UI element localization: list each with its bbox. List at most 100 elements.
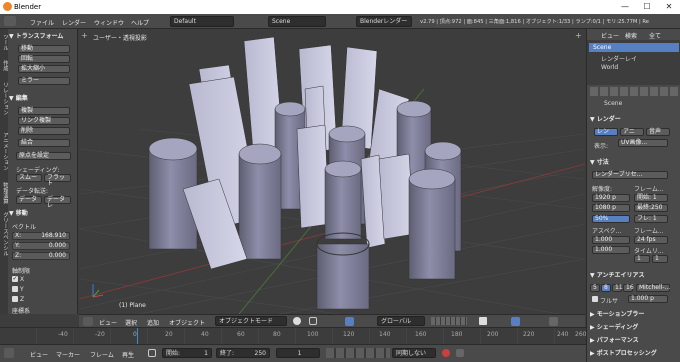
outliner-item-world[interactable]: World — [601, 64, 618, 71]
outliner-display-select[interactable]: 全て — [649, 31, 661, 40]
join-button[interactable]: 結合 — [18, 139, 70, 147]
aa-samples-11[interactable]: 11 — [612, 284, 623, 292]
menu-view[interactable]: ビュー — [30, 350, 48, 359]
dimensions-panel-title[interactable]: ▼ 寸法 — [590, 157, 609, 166]
properties-toggle-icon[interactable]: + — [575, 31, 583, 40]
aspect-x-field[interactable]: 1.000 — [592, 236, 630, 244]
transform-panel-title[interactable]: ▼ トランスフォーム — [9, 31, 63, 40]
tab-tools[interactable]: ツール — [1, 34, 8, 51]
shade-flat-button[interactable]: フラット — [44, 174, 71, 187]
filter-size-field[interactable]: 1.000 p — [628, 295, 668, 303]
mirror-button[interactable]: ミラー — [18, 77, 70, 85]
move-button[interactable]: 移動 — [18, 45, 70, 53]
outliner-menu-search[interactable]: 検索 — [625, 31, 637, 40]
axis-y-checkbox[interactable] — [12, 286, 18, 292]
menu-help[interactable]: ヘルプ — [131, 18, 149, 27]
render-image-button[interactable]: レン — [594, 128, 618, 136]
playback-controls[interactable] — [326, 348, 390, 358]
data-layout-button[interactable]: データレ — [44, 196, 71, 209]
lock-layer-icon[interactable] — [479, 317, 487, 325]
scene-select[interactable]: Scene — [268, 16, 326, 27]
minimize-button[interactable]: — — [618, 1, 632, 13]
close-button[interactable]: ✕ — [662, 1, 676, 13]
editor-type-icon[interactable] — [4, 16, 16, 26]
aa-samples-8[interactable]: 8 — [601, 284, 611, 292]
tab-relations[interactable]: リレーション — [1, 82, 8, 115]
menu-view[interactable]: ビュー — [99, 318, 117, 327]
render-engine-select[interactable]: Blenderレンダー — [356, 16, 412, 27]
outliner-item-render-layers[interactable]: レンダーレイ — [601, 54, 637, 63]
current-frame-line[interactable] — [137, 328, 138, 345]
vector-x-field[interactable]: X: 168.910 — [12, 232, 70, 240]
render-panel-title[interactable]: ▼ レンダー — [590, 114, 621, 123]
time-remap-new-field[interactable]: 1 — [652, 255, 668, 263]
start-frame-field[interactable]: 開始: 1 — [162, 348, 212, 358]
layout-select[interactable]: Default — [170, 16, 234, 27]
move-operator-title[interactable]: ▼ 移動 — [9, 208, 28, 217]
aa-samples-16[interactable]: 16 — [623, 284, 634, 292]
scale-button[interactable]: 拡大縮小 — [18, 65, 70, 73]
set-origin-select[interactable]: 原点を設定 — [16, 152, 71, 160]
pivot-icon[interactable] — [309, 317, 317, 325]
duplicate-button[interactable]: 複製 — [18, 107, 70, 115]
shade-smooth-button[interactable]: スムー — [16, 174, 42, 182]
properties-context-tabs[interactable] — [590, 87, 678, 96]
menu-marker[interactable]: マーカー — [56, 350, 80, 359]
orientation-select[interactable]: グローバル — [377, 316, 425, 326]
timeline[interactable]: -40 -20 0 20 40 60 80 100 120 140 160 18… — [0, 327, 680, 345]
delete-button[interactable]: 削除 — [18, 127, 70, 135]
menu-object[interactable]: オブジェクト — [169, 318, 205, 327]
data-transfer-button[interactable]: データ — [16, 196, 42, 204]
tab-animation[interactable]: アニメーション — [1, 132, 8, 171]
vector-y-field[interactable]: Y: 0.000 — [12, 242, 70, 250]
mode-select[interactable]: オブジェクトモード — [215, 316, 287, 326]
record-icon[interactable] — [442, 349, 450, 357]
aa-filter-select[interactable]: Mitchell-... — [636, 284, 670, 292]
performance-panel-title[interactable]: ▶ パフォーマンス — [590, 335, 639, 344]
tab-grease-pencil[interactable]: グリースペンシル — [1, 212, 8, 256]
render-animation-button[interactable]: アニ — [620, 128, 644, 136]
antialiasing-panel-title[interactable]: ▼ アンチエイリアス — [590, 270, 644, 279]
render-preview-icon[interactable] — [549, 317, 558, 326]
display-select[interactable]: UV画像... — [618, 139, 668, 147]
manipulator-toggle-icon[interactable] — [345, 317, 354, 326]
axis-z-checkbox[interactable] — [12, 296, 18, 302]
menu-render[interactable]: レンダー — [62, 18, 86, 27]
frame-start-field[interactable]: 開始: 1 — [634, 194, 668, 202]
tab-physics[interactable]: 物理演算 — [1, 182, 8, 204]
menu-file[interactable]: ファイル — [30, 18, 54, 27]
shading-panel-title[interactable]: ▶ シェーディング — [590, 322, 638, 331]
resolution-y-field[interactable]: 1080 p — [592, 204, 630, 212]
post-processing-panel-title[interactable]: ▶ ポストプロセッシング — [590, 348, 657, 357]
resolution-percent-slider[interactable]: 50% — [592, 215, 630, 223]
menu-window[interactable]: ウィンドウ — [94, 18, 124, 27]
layer-buttons[interactable] — [431, 317, 467, 325]
menu-add[interactable]: 追加 — [147, 318, 159, 327]
aa-samples-5[interactable]: 5 — [590, 284, 600, 292]
motion-blur-panel-title[interactable]: ▶ モーションブラー — [590, 309, 644, 318]
editor-type-icon[interactable] — [4, 348, 14, 358]
sync-select[interactable]: 同期しない — [392, 348, 436, 358]
outliner-menu-view[interactable]: ビュー — [601, 31, 619, 40]
render-audio-button[interactable]: 音声 — [646, 128, 670, 136]
shading-mode-icon[interactable] — [293, 317, 301, 325]
keying-set-icon[interactable] — [456, 349, 464, 357]
3d-viewport[interactable]: ユーザー・透視投影 (1) Plane + + — [79, 29, 585, 314]
preview-range-icon[interactable] — [148, 349, 156, 357]
edit-panel-title[interactable]: ▼ 編集 — [9, 93, 28, 102]
rotate-button[interactable]: 回転 — [18, 55, 70, 63]
time-remap-old-field[interactable]: 1 — [634, 255, 650, 263]
end-frame-field[interactable]: 終了: 250 — [216, 348, 270, 358]
frame-end-field[interactable]: 最終:250 — [634, 204, 668, 212]
resolution-x-field[interactable]: 1920 p — [592, 194, 630, 202]
aspect-y-field[interactable]: 1.000 — [592, 246, 630, 254]
outliner-item-scene[interactable]: Scene — [593, 44, 611, 51]
tool-shelf-toggle-icon[interactable]: + — [81, 31, 89, 40]
maximize-button[interactable]: ☐ — [640, 1, 654, 13]
editor-type-icon[interactable] — [83, 317, 93, 326]
full-sample-checkbox[interactable] — [592, 296, 598, 302]
axis-x-checkbox[interactable]: ✓ — [12, 276, 18, 282]
render-preset-select[interactable]: レンダープリセ... — [592, 171, 668, 179]
frame-step-field[interactable]: フレ: 1 — [634, 215, 668, 223]
duplicate-linked-button[interactable]: リンク複製 — [18, 117, 70, 125]
